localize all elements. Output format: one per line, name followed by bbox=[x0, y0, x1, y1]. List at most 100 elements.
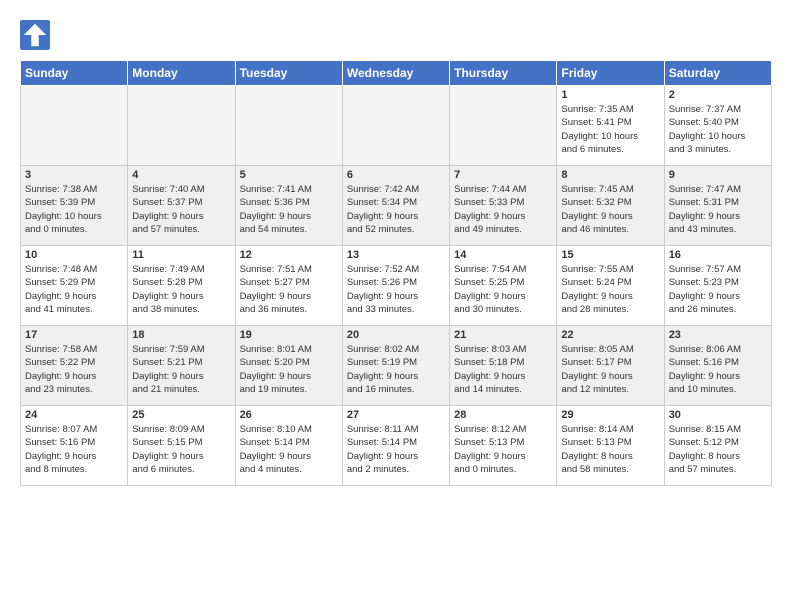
calendar-table: SundayMondayTuesdayWednesdayThursdayFrid… bbox=[20, 60, 772, 486]
day-number: 17 bbox=[25, 329, 123, 341]
day-info: Sunrise: 8:03 AM Sunset: 5:18 PM Dayligh… bbox=[454, 343, 552, 396]
header-day-thursday: Thursday bbox=[450, 61, 557, 86]
day-number: 24 bbox=[25, 409, 123, 421]
day-info: Sunrise: 7:38 AM Sunset: 5:39 PM Dayligh… bbox=[25, 183, 123, 236]
week-row-1: 3 Sunrise: 7:38 AM Sunset: 5:39 PM Daylig… bbox=[21, 166, 772, 246]
day-number: 25 bbox=[132, 409, 230, 421]
calendar-cell: 20 Sunrise: 8:02 AM Sunset: 5:19 PM Dayli… bbox=[342, 326, 449, 406]
day-number: 3 bbox=[25, 169, 123, 181]
calendar-cell: 3 Sunrise: 7:38 AM Sunset: 5:39 PM Daylig… bbox=[21, 166, 128, 246]
day-info: Sunrise: 7:45 AM Sunset: 5:32 PM Dayligh… bbox=[561, 183, 659, 236]
calendar-cell: 9Sunrise: 7:47 AM Sunset: 5:31 PM Daylig… bbox=[664, 166, 771, 246]
day-number: 11 bbox=[132, 249, 230, 261]
day-number: 27 bbox=[347, 409, 445, 421]
calendar-cell: 12Sunrise: 7:51 AM Sunset: 5:27 PM Dayli… bbox=[235, 246, 342, 326]
day-number: 8 bbox=[561, 169, 659, 181]
logo bbox=[20, 20, 54, 50]
calendar-cell: 7Sunrise: 7:44 AM Sunset: 5:33 PM Daylig… bbox=[450, 166, 557, 246]
header-day-tuesday: Tuesday bbox=[235, 61, 342, 86]
day-info: Sunrise: 8:10 AM Sunset: 5:14 PM Dayligh… bbox=[240, 423, 338, 476]
calendar-cell: 25 Sunrise: 8:09 AM Sunset: 5:15 PM Dayli… bbox=[128, 406, 235, 486]
day-info: Sunrise: 8:05 AM Sunset: 5:17 PM Dayligh… bbox=[561, 343, 659, 396]
calendar-cell: 29Sunrise: 8:14 AM Sunset: 5:13 PM Dayli… bbox=[557, 406, 664, 486]
header bbox=[20, 20, 772, 50]
day-info: Sunrise: 8:11 AM Sunset: 5:14 PM Dayligh… bbox=[347, 423, 445, 476]
day-info: Sunrise: 7:52 AM Sunset: 5:26 PM Dayligh… bbox=[347, 263, 445, 316]
day-number: 28 bbox=[454, 409, 552, 421]
day-info: Sunrise: 7:41 AM Sunset: 5:36 PM Dayligh… bbox=[240, 183, 338, 236]
week-row-4: 24 Sunrise: 8:07 AM Sunset: 5:16 PM Dayli… bbox=[21, 406, 772, 486]
calendar-cell: 8 Sunrise: 7:45 AM Sunset: 5:32 PM Daylig… bbox=[557, 166, 664, 246]
day-number: 22 bbox=[561, 329, 659, 341]
calendar-cell: 18 Sunrise: 7:59 AM Sunset: 5:21 PM Dayli… bbox=[128, 326, 235, 406]
calendar-cell: 14 Sunrise: 7:54 AM Sunset: 5:25 PM Dayli… bbox=[450, 246, 557, 326]
day-number: 2 bbox=[669, 89, 767, 101]
day-info: Sunrise: 7:49 AM Sunset: 5:28 PM Dayligh… bbox=[132, 263, 230, 316]
header-day-sunday: Sunday bbox=[21, 61, 128, 86]
calendar-cell: 26 Sunrise: 8:10 AM Sunset: 5:14 PM Dayli… bbox=[235, 406, 342, 486]
day-number: 12 bbox=[240, 249, 338, 261]
day-number: 4 bbox=[132, 169, 230, 181]
calendar-cell: 21Sunrise: 8:03 AM Sunset: 5:18 PM Dayli… bbox=[450, 326, 557, 406]
calendar-cell: 11 Sunrise: 7:49 AM Sunset: 5:28 PM Dayli… bbox=[128, 246, 235, 326]
week-row-2: 10 Sunrise: 7:48 AM Sunset: 5:29 PM Dayli… bbox=[21, 246, 772, 326]
day-number: 6 bbox=[347, 169, 445, 181]
day-info: Sunrise: 8:15 AM Sunset: 5:12 PM Dayligh… bbox=[669, 423, 767, 476]
day-info: Sunrise: 8:02 AM Sunset: 5:19 PM Dayligh… bbox=[347, 343, 445, 396]
day-number: 1 bbox=[561, 89, 659, 101]
day-info: Sunrise: 7:58 AM Sunset: 5:22 PM Dayligh… bbox=[25, 343, 123, 396]
calendar-cell: 17 Sunrise: 7:58 AM Sunset: 5:22 PM Dayli… bbox=[21, 326, 128, 406]
day-number: 30 bbox=[669, 409, 767, 421]
day-info: Sunrise: 7:35 AM Sunset: 5:41 PM Dayligh… bbox=[561, 103, 659, 156]
day-info: Sunrise: 8:09 AM Sunset: 5:15 PM Dayligh… bbox=[132, 423, 230, 476]
day-number: 13 bbox=[347, 249, 445, 261]
calendar-cell: 4Sunrise: 7:40 AM Sunset: 5:37 PM Daylig… bbox=[128, 166, 235, 246]
header-day-wednesday: Wednesday bbox=[342, 61, 449, 86]
calendar-cell bbox=[128, 86, 235, 166]
week-row-3: 17 Sunrise: 7:58 AM Sunset: 5:22 PM Dayli… bbox=[21, 326, 772, 406]
week-row-0: 1 Sunrise: 7:35 AM Sunset: 5:41 PM Daylig… bbox=[21, 86, 772, 166]
day-info: Sunrise: 7:42 AM Sunset: 5:34 PM Dayligh… bbox=[347, 183, 445, 236]
day-number: 7 bbox=[454, 169, 552, 181]
day-info: Sunrise: 7:59 AM Sunset: 5:21 PM Dayligh… bbox=[132, 343, 230, 396]
day-number: 20 bbox=[347, 329, 445, 341]
header-day-saturday: Saturday bbox=[664, 61, 771, 86]
calendar-cell: 2 Sunrise: 7:37 AM Sunset: 5:40 PM Daylig… bbox=[664, 86, 771, 166]
day-number: 15 bbox=[561, 249, 659, 261]
day-number: 10 bbox=[25, 249, 123, 261]
day-number: 23 bbox=[669, 329, 767, 341]
calendar-cell: 1 Sunrise: 7:35 AM Sunset: 5:41 PM Daylig… bbox=[557, 86, 664, 166]
calendar-header: SundayMondayTuesdayWednesdayThursdayFrid… bbox=[21, 61, 772, 86]
day-info: Sunrise: 7:57 AM Sunset: 5:23 PM Dayligh… bbox=[669, 263, 767, 316]
day-number: 26 bbox=[240, 409, 338, 421]
day-info: Sunrise: 7:55 AM Sunset: 5:24 PM Dayligh… bbox=[561, 263, 659, 316]
calendar-cell bbox=[235, 86, 342, 166]
calendar-cell: 23Sunrise: 8:06 AM Sunset: 5:16 PM Dayli… bbox=[664, 326, 771, 406]
calendar-cell: 19Sunrise: 8:01 AM Sunset: 5:20 PM Dayli… bbox=[235, 326, 342, 406]
calendar-cell: 24 Sunrise: 8:07 AM Sunset: 5:16 PM Dayli… bbox=[21, 406, 128, 486]
calendar-cell: 10 Sunrise: 7:48 AM Sunset: 5:29 PM Dayli… bbox=[21, 246, 128, 326]
calendar-cell: 16 Sunrise: 7:57 AM Sunset: 5:23 PM Dayli… bbox=[664, 246, 771, 326]
calendar-cell bbox=[342, 86, 449, 166]
day-info: Sunrise: 7:48 AM Sunset: 5:29 PM Dayligh… bbox=[25, 263, 123, 316]
day-number: 29 bbox=[561, 409, 659, 421]
calendar-cell: 6 Sunrise: 7:42 AM Sunset: 5:34 PM Daylig… bbox=[342, 166, 449, 246]
calendar-body: 1 Sunrise: 7:35 AM Sunset: 5:41 PM Daylig… bbox=[21, 86, 772, 486]
day-number: 16 bbox=[669, 249, 767, 261]
calendar-cell: 13 Sunrise: 7:52 AM Sunset: 5:26 PM Dayli… bbox=[342, 246, 449, 326]
calendar-cell: 28 Sunrise: 8:12 AM Sunset: 5:13 PM Dayli… bbox=[450, 406, 557, 486]
day-number: 19 bbox=[240, 329, 338, 341]
day-info: Sunrise: 7:54 AM Sunset: 5:25 PM Dayligh… bbox=[454, 263, 552, 316]
calendar-cell: 5 Sunrise: 7:41 AM Sunset: 5:36 PM Daylig… bbox=[235, 166, 342, 246]
day-number: 18 bbox=[132, 329, 230, 341]
header-row: SundayMondayTuesdayWednesdayThursdayFrid… bbox=[21, 61, 772, 86]
calendar-cell: 15 Sunrise: 7:55 AM Sunset: 5:24 PM Dayli… bbox=[557, 246, 664, 326]
logo-icon bbox=[20, 20, 50, 50]
day-number: 5 bbox=[240, 169, 338, 181]
day-info: Sunrise: 8:12 AM Sunset: 5:13 PM Dayligh… bbox=[454, 423, 552, 476]
calendar-cell: 27 Sunrise: 8:11 AM Sunset: 5:14 PM Dayli… bbox=[342, 406, 449, 486]
day-info: Sunrise: 8:07 AM Sunset: 5:16 PM Dayligh… bbox=[25, 423, 123, 476]
day-number: 14 bbox=[454, 249, 552, 261]
header-day-monday: Monday bbox=[128, 61, 235, 86]
day-info: Sunrise: 7:37 AM Sunset: 5:40 PM Dayligh… bbox=[669, 103, 767, 156]
